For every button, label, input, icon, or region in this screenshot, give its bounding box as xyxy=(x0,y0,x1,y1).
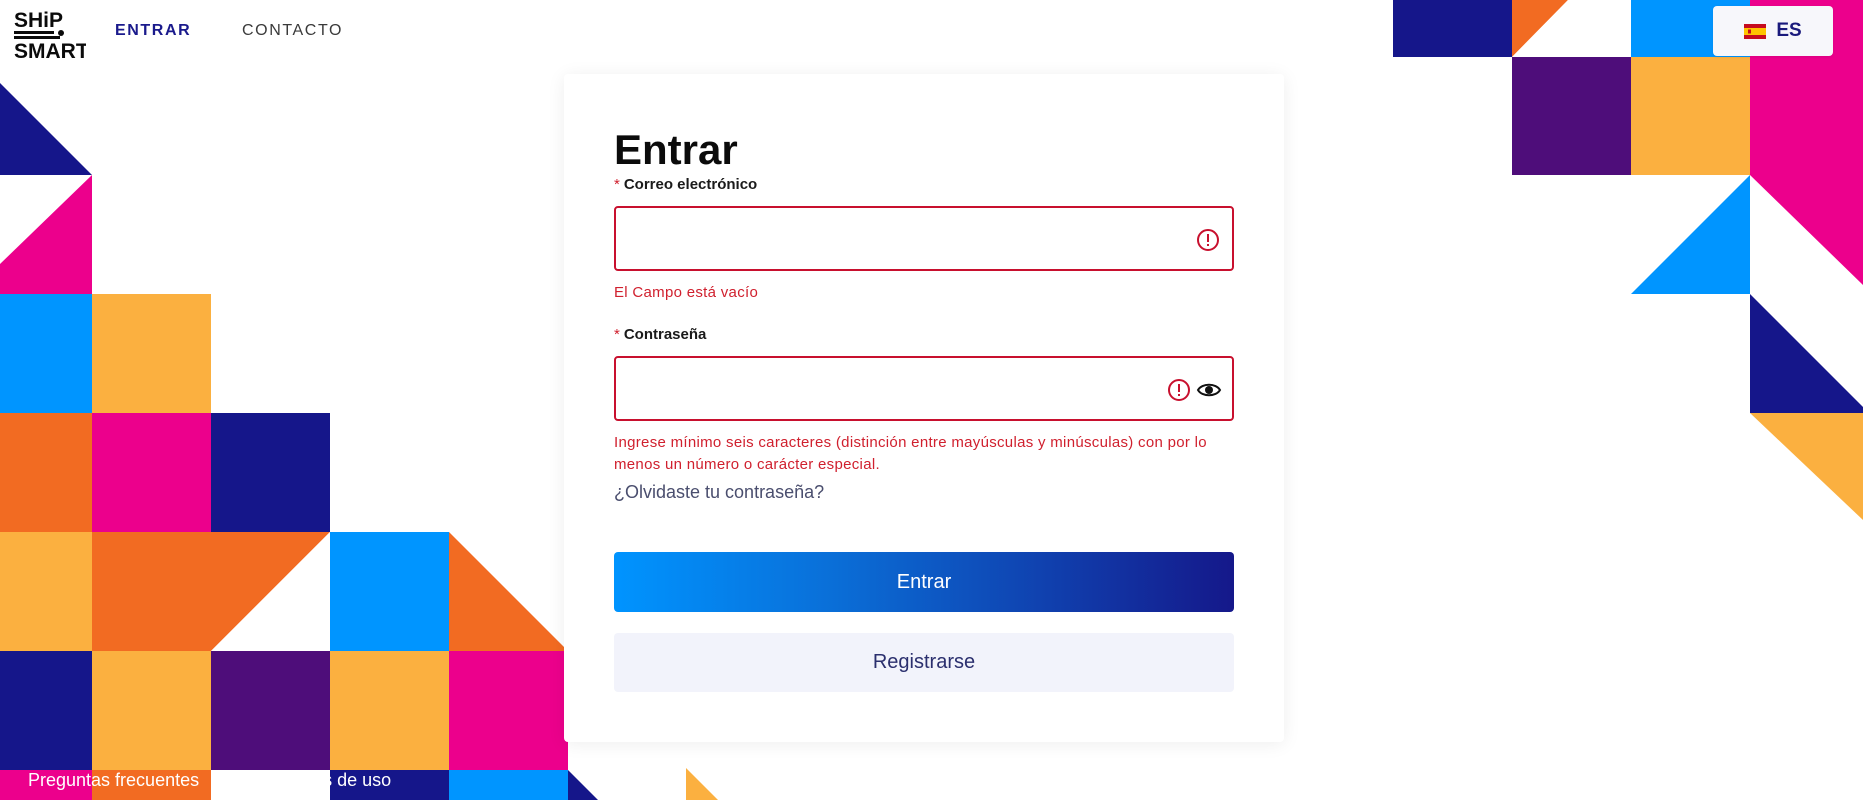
faq-link[interactable]: Preguntas frecuentes xyxy=(28,770,199,791)
decorative-triangle xyxy=(686,768,720,800)
error-icon xyxy=(1197,229,1219,251)
logo-line2: SMART xyxy=(14,40,86,58)
password-label-text: Contraseña xyxy=(623,326,707,343)
register-button[interactable]: Registrarse xyxy=(614,633,1234,692)
email-error-message: El Campo está vacío xyxy=(614,284,759,301)
password-field[interactable] xyxy=(616,358,1232,419)
forgot-password-link[interactable]: ¿Olvidaste tu contraseña? xyxy=(614,482,824,503)
decorative-mosaic-left xyxy=(0,0,600,800)
email-label-text: Correo electrónico xyxy=(623,176,758,193)
page-title: Entrar xyxy=(614,126,738,173)
password-label: * Contraseña xyxy=(614,326,706,343)
logo-line1: SHiP xyxy=(14,9,63,32)
required-mark: * xyxy=(614,326,620,343)
spain-flag-icon xyxy=(1744,23,1767,39)
footer-separator-dot xyxy=(221,773,236,787)
show-password-eye-icon[interactable] xyxy=(1196,378,1222,402)
password-field-box xyxy=(614,356,1234,421)
login-card: Entrar * Correo electrónico El Campo está… xyxy=(564,74,1284,742)
login-submit-button[interactable]: Entrar xyxy=(614,552,1234,612)
email-field-box xyxy=(614,206,1234,271)
nav-contacto-link[interactable]: CONTACTO xyxy=(242,22,343,40)
error-icon xyxy=(1168,379,1190,401)
password-error-message: Ingrese mínimo seis caracteres (distinci… xyxy=(614,434,1207,473)
decorative-mosaic-right xyxy=(1393,0,1863,560)
required-mark: * xyxy=(614,176,620,193)
email-label: * Correo electrónico xyxy=(614,176,757,193)
shipsmart-logo[interactable]: SHiP SMART xyxy=(14,6,86,58)
terms-link[interactable]: Términos de uso xyxy=(257,770,391,791)
top-header: SHiP SMART ENTRAR CONTACTO ES xyxy=(0,0,1863,64)
language-selector[interactable]: ES xyxy=(1713,6,1833,56)
nav-entrar-link[interactable]: ENTRAR xyxy=(115,22,191,40)
language-label: ES xyxy=(1776,20,1802,41)
email-field[interactable] xyxy=(616,208,1232,269)
footer: Preguntas frecuentes Términos de uso xyxy=(28,768,391,792)
